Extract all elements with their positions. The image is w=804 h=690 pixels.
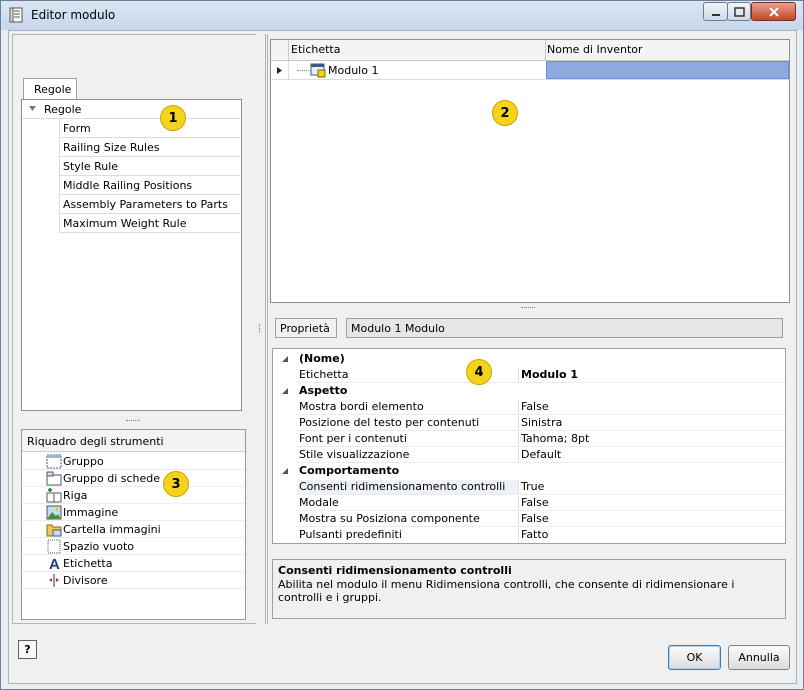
group-icon	[46, 454, 62, 469]
picture-icon	[46, 505, 62, 520]
grid-row-modulo[interactable]: Modulo 1	[271, 61, 789, 80]
category-comportamento[interactable]: Comportamento	[273, 463, 785, 479]
property-row[interactable]: Mostra su Posiziona componente False	[273, 511, 785, 527]
maximize-button[interactable]	[727, 2, 751, 21]
properties-selected-object: Modulo 1 Modulo	[346, 318, 783, 338]
collapse-triangle-icon[interactable]	[282, 468, 288, 474]
grid-splitter-grip[interactable]	[521, 307, 535, 310]
rule-item[interactable]: Maximum Weight Rule	[59, 214, 240, 233]
rule-item[interactable]: Assembly Parameters to Parts	[59, 195, 240, 214]
callout-2: 2	[492, 100, 518, 126]
help-button[interactable]: ?	[18, 640, 37, 659]
property-row[interactable]: Mostra bordi elemento False	[273, 399, 785, 415]
module-icon	[310, 63, 326, 78]
category-nome[interactable]: (Nome)	[273, 351, 785, 367]
maximize-icon	[734, 7, 745, 17]
property-grid: (Nome) Etichetta Modulo 1 Aspetto Mostra…	[272, 348, 786, 544]
property-row-selected[interactable]: Consenti ridimensionamento controlli Tru…	[273, 479, 785, 495]
tool-item-splitter[interactable]: Divisore	[22, 572, 245, 589]
row-icon	[46, 488, 62, 503]
rule-item[interactable]: Style Rule	[59, 157, 240, 176]
tab-regole[interactable]: Regole	[23, 78, 77, 100]
column-header-nome-inventor[interactable]: Nome di Inventor	[547, 43, 643, 56]
property-row[interactable]: Font per i contenuti Tahoma; 8pt	[273, 431, 785, 447]
description-text: Abilita nel modulo il menu Ridimensiona …	[278, 578, 735, 604]
rule-item[interactable]: Middle Railing Positions	[59, 176, 240, 195]
property-row[interactable]: Posizione del testo per contenuti Sinist…	[273, 415, 785, 431]
grid-header: Etichetta Nome di Inventor	[271, 40, 789, 61]
form-editor-icon	[9, 7, 23, 23]
splitter-icon	[49, 574, 59, 587]
callout-3: 3	[163, 471, 189, 497]
tab-group-icon	[46, 471, 62, 486]
grid-row-label: Modulo 1	[328, 64, 379, 77]
minimize-icon	[712, 14, 720, 16]
toolbox-panel: Riquadro degli strumenti Gruppo Gruppo d…	[21, 429, 246, 620]
dialog-client: Regole Regole Form Railing Size Rules St…	[8, 30, 797, 684]
callout-4: 4	[466, 359, 492, 385]
category-aspetto[interactable]: Aspetto	[273, 383, 785, 399]
tool-item-empty-space[interactable]: Spazio vuoto	[22, 538, 245, 555]
minimize-button[interactable]	[703, 2, 728, 21]
grid-cell-inventor-name[interactable]	[546, 61, 789, 79]
property-row[interactable]: Etichetta Modulo 1	[273, 367, 785, 383]
property-row[interactable]: Stile visualizzazione Default	[273, 447, 785, 463]
form-grid: Etichetta Nome di Inventor Modulo 1	[270, 39, 790, 303]
svg-text:A: A	[49, 556, 60, 571]
horizontal-splitter-grip[interactable]	[126, 420, 140, 423]
tree-root-regole[interactable]: Regole	[22, 100, 240, 119]
rule-item[interactable]: Railing Size Rules	[59, 138, 240, 157]
close-button[interactable]	[751, 2, 796, 21]
column-header-etichetta[interactable]: Etichetta	[288, 40, 546, 60]
tool-item-label[interactable]: A Etichetta	[22, 555, 245, 572]
editor-window: Editor modulo Regole Regole Form Railing…	[0, 0, 804, 690]
collapse-arrow-icon[interactable]	[28, 105, 37, 112]
collapse-triangle-icon[interactable]	[282, 388, 288, 394]
ok-button[interactable]: OK	[668, 645, 721, 670]
cancel-button[interactable]: Annulla	[728, 645, 790, 670]
title-bar[interactable]: Editor modulo	[1, 1, 803, 30]
splitter-grip[interactable]	[259, 324, 262, 333]
toolbox-title: Riquadro degli strumenti	[22, 430, 245, 452]
tool-item-row[interactable]: Riga	[22, 487, 245, 504]
tree-line	[297, 70, 311, 71]
rule-item[interactable]: Form	[59, 119, 240, 138]
tool-item-picture-folder[interactable]: Cartella immagini	[22, 521, 245, 538]
rules-tree: Regole Form Railing Size Rules Style Rul…	[21, 99, 242, 411]
window-title: Editor modulo	[31, 8, 116, 22]
tool-item-picture[interactable]: Immagine	[22, 504, 245, 521]
tool-item-tab-group[interactable]: Gruppo di schede	[22, 470, 245, 487]
tool-item-group[interactable]: Gruppo	[22, 453, 245, 470]
vertical-splitter[interactable]	[265, 34, 268, 624]
collapse-triangle-icon[interactable]	[282, 356, 288, 362]
property-description: Consenti ridimensionamento controlli Abi…	[272, 559, 786, 619]
property-row[interactable]: Modale False	[273, 495, 785, 511]
properties-label: Proprietà	[275, 318, 337, 338]
callout-1: 1	[160, 105, 186, 131]
row-selector-icon	[277, 67, 282, 74]
description-title: Consenti ridimensionamento controlli	[278, 564, 512, 577]
close-icon	[769, 7, 779, 17]
property-row[interactable]: Pulsanti predefiniti Fatto	[273, 527, 785, 543]
grid-cell-label: Modulo 1	[288, 61, 546, 79]
label-icon: A	[49, 556, 60, 571]
picture-folder-icon	[46, 524, 62, 537]
empty-space-icon	[47, 539, 61, 554]
